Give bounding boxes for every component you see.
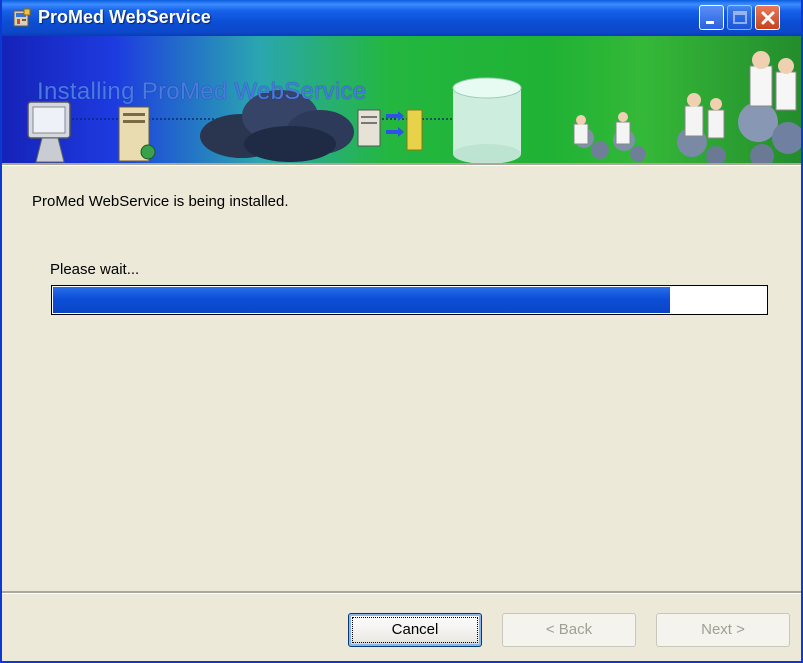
footer-divider xyxy=(2,591,801,594)
transfer-arrows-icon xyxy=(386,111,404,137)
wait-label: Please wait... xyxy=(50,261,140,278)
installer-window: ProMed WebService Installing ProMed WebS… xyxy=(0,0,803,663)
window-title: ProMed WebService xyxy=(38,7,211,27)
cancel-button[interactable]: Cancel xyxy=(348,613,482,647)
title-bar[interactable]: ProMed WebService xyxy=(2,0,801,36)
minimize-icon xyxy=(706,21,714,24)
next-button[interactable]: Next > xyxy=(656,613,790,647)
banner-title: Installing ProMed WebService xyxy=(37,78,367,105)
firewall-icon xyxy=(406,109,423,151)
install-progress-bar xyxy=(51,285,768,315)
minimize-button[interactable] xyxy=(699,5,724,30)
maximize-icon xyxy=(733,11,747,24)
installer-banner: Installing ProMed WebService xyxy=(2,36,801,163)
maximize-button[interactable] xyxy=(727,5,752,30)
close-icon xyxy=(761,11,775,25)
progress-fill xyxy=(53,287,670,313)
header-divider xyxy=(2,163,801,166)
database-icon xyxy=(452,77,522,163)
doctor-figures-icon xyxy=(573,51,801,163)
status-text: ProMed WebService is being installed. xyxy=(32,193,289,210)
close-button[interactable] xyxy=(755,5,780,30)
monitor-icon xyxy=(27,101,71,163)
installer-icon xyxy=(13,8,31,27)
small-server-icon xyxy=(357,109,381,147)
server-icon xyxy=(118,106,156,162)
back-button[interactable]: < Back xyxy=(502,613,636,647)
